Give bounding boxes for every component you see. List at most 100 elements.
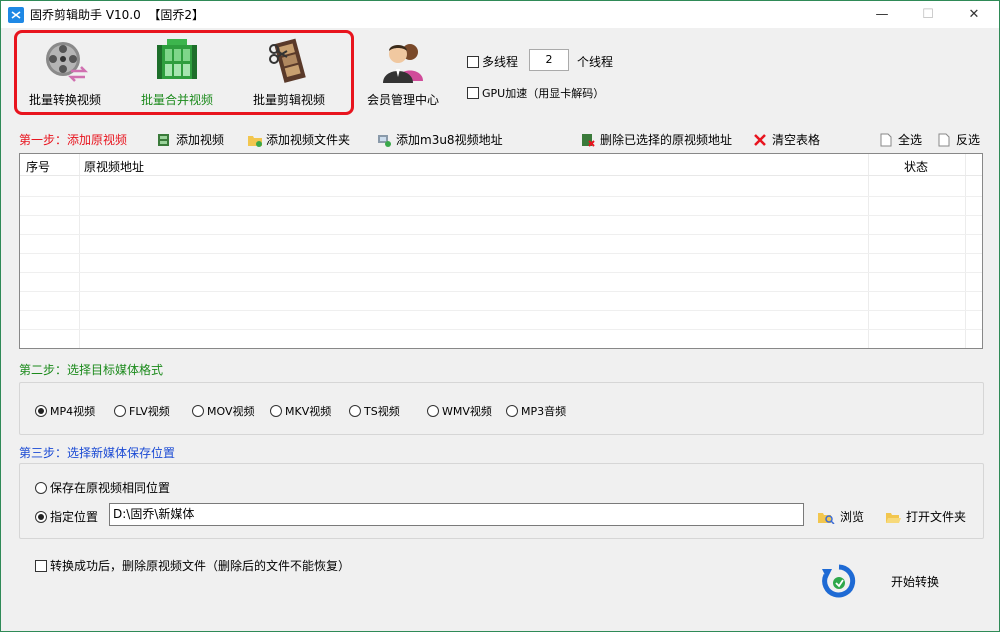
save-custom-location-label: 指定位置 <box>50 510 99 524</box>
add-video-button[interactable]: 添加视频 <box>157 131 224 148</box>
film-merge-icon <box>153 37 201 85</box>
film-scissors-icon <box>265 37 313 85</box>
add-m3u8-label: 添加m3u8视频地址 <box>396 133 503 147</box>
select-all-button[interactable]: 全选 <box>879 131 922 148</box>
batch-merge-label: 批量合并视频 <box>141 93 214 107</box>
delete-after-label: 转换成功后，删除原视频文件（删除后的文件不能恢复） <box>50 559 351 573</box>
table-row-divider <box>20 253 982 254</box>
close-button[interactable]: ✕ <box>951 1 997 28</box>
invert-select-label: 反选 <box>956 133 981 147</box>
window-title: 固乔剪辑助手 V10.0 【固乔2】 <box>30 8 205 22</box>
folder-add-icon <box>247 133 262 147</box>
delete-after-checkbox[interactable]: 转换成功后，删除原视频文件（删除后的文件不能恢复） <box>35 557 350 574</box>
table-row-divider <box>20 329 982 330</box>
red-x-icon <box>753 133 767 147</box>
table-row-divider <box>20 272 982 273</box>
batch-cut-button[interactable]: 批量剪辑视频 <box>253 37 325 108</box>
member-center-button[interactable]: 会员管理中心 <box>367 37 439 108</box>
title-bar: 固乔剪辑助手 V10.0 【固乔2】 — ☐ ✕ <box>1 1 999 28</box>
delete-selected-label: 删除已选择的原视频地址 <box>600 133 733 147</box>
save-path-input[interactable]: D:\固乔\新媒体 <box>109 503 804 526</box>
batch-convert-label: 批量转换视频 <box>29 93 102 107</box>
radio-button <box>35 481 47 494</box>
delete-after-checkbox-box <box>35 559 47 572</box>
format-radio-mp3[interactable]: MP3音频 <box>506 403 566 419</box>
film-delete-icon <box>581 133 595 147</box>
select-all-label: 全选 <box>898 133 923 147</box>
add-folder-label: 添加视频文件夹 <box>266 133 351 147</box>
table-header: 序号 原视频地址 状态 <box>20 154 982 176</box>
clear-table-button[interactable]: 清空表格 <box>753 131 820 148</box>
add-video-label: 添加视频 <box>176 133 225 147</box>
gpu-checkbox-box <box>467 87 479 99</box>
batch-convert-button[interactable]: 批量转换视频 <box>29 37 101 108</box>
format-radio-mov[interactable]: MOV视频 <box>192 403 254 419</box>
table-row-divider <box>20 196 982 197</box>
save-custom-location-radio[interactable]: 指定位置 <box>35 508 98 525</box>
format-label: WMV视频 <box>442 405 492 418</box>
save-location-group <box>19 463 984 539</box>
format-radio-wmv[interactable]: WMV视频 <box>427 403 492 419</box>
format-label: MOV视频 <box>207 405 255 418</box>
radio-button <box>506 405 518 417</box>
format-label: TS视频 <box>364 405 400 418</box>
column-header-status[interactable]: 状态 <box>904 158 928 175</box>
column-header-index[interactable]: 序号 <box>26 158 50 175</box>
invert-select-button[interactable]: 反选 <box>937 131 980 148</box>
film-reel-convert-icon <box>41 37 89 85</box>
batch-cut-label: 批量剪辑视频 <box>253 93 326 107</box>
radio-button <box>35 510 47 523</box>
browse-button[interactable]: 浏览 <box>817 508 864 525</box>
open-folder-label: 打开文件夹 <box>906 510 967 524</box>
format-radio-mp4[interactable]: MP4视频 <box>35 403 95 419</box>
table-row-divider <box>20 310 982 311</box>
start-convert-icon-button[interactable] <box>821 563 857 599</box>
app-window: 固乔剪辑助手 V10.0 【固乔2】 — ☐ ✕ 批量转换视频 批量合并视频 批… <box>0 0 1000 632</box>
delete-selected-button[interactable]: 删除已选择的原视频地址 <box>581 131 732 148</box>
multithread-checkbox[interactable]: 多线程 <box>467 53 518 70</box>
table-row-divider <box>20 291 982 292</box>
format-radio-mkv[interactable]: MKV视频 <box>270 403 331 419</box>
network-add-icon <box>377 133 391 147</box>
thread-unit-label: 个线程 <box>577 55 614 69</box>
add-m3u8-button[interactable]: 添加m3u8视频地址 <box>377 131 503 148</box>
page-icon <box>879 133 893 147</box>
video-table[interactable]: 序号 原视频地址 状态 <box>19 153 983 349</box>
table-row-divider <box>20 234 982 235</box>
minimize-button[interactable]: — <box>859 1 905 28</box>
format-radio-flv[interactable]: FLV视频 <box>114 403 170 419</box>
radio-button <box>270 405 282 417</box>
multithread-checkbox-box <box>467 55 479 68</box>
add-folder-button[interactable]: 添加视频文件夹 <box>247 131 350 148</box>
open-folder-button[interactable]: 打开文件夹 <box>885 508 966 525</box>
member-center-label: 会员管理中心 <box>367 93 440 107</box>
radio-button <box>349 405 361 417</box>
start-convert-button[interactable]: 开始转换 <box>891 573 939 590</box>
radio-button <box>35 405 47 417</box>
save-same-location-radio[interactable]: 保存在原视频相同位置 <box>35 479 170 496</box>
maximize-button[interactable]: ☐ <box>905 1 951 28</box>
step1-label: 第一步：添加原视频 <box>19 133 128 147</box>
thread-count-input[interactable]: 2 <box>529 49 569 71</box>
column-header-source[interactable]: 原视频地址 <box>84 158 144 175</box>
folder-search-icon <box>817 510 835 525</box>
clear-table-label: 清空表格 <box>772 133 821 147</box>
multithread-label: 多线程 <box>482 55 519 69</box>
format-label: FLV视频 <box>129 405 170 418</box>
browse-label: 浏览 <box>840 510 865 524</box>
radio-button <box>114 405 126 417</box>
save-same-location-label: 保存在原视频相同位置 <box>50 481 171 495</box>
format-label: MP3音频 <box>521 405 567 418</box>
format-label: MP4视频 <box>50 405 96 418</box>
step2-label: 第二步：选择目标媒体格式 <box>19 363 164 377</box>
folder-open-icon <box>885 510 901 524</box>
gpu-label: GPU加速（用显卡解码） <box>482 87 605 100</box>
gpu-checkbox[interactable]: GPU加速（用显卡解码） <box>467 85 604 101</box>
page-icon <box>937 133 951 147</box>
table-col-divider <box>965 154 966 348</box>
step3-label: 第三步：选择新媒体保存位置 <box>19 446 176 460</box>
radio-button <box>427 405 439 417</box>
batch-merge-button[interactable]: 批量合并视频 <box>141 37 213 108</box>
film-add-icon <box>157 133 171 147</box>
format-radio-ts[interactable]: TS视频 <box>349 403 400 419</box>
